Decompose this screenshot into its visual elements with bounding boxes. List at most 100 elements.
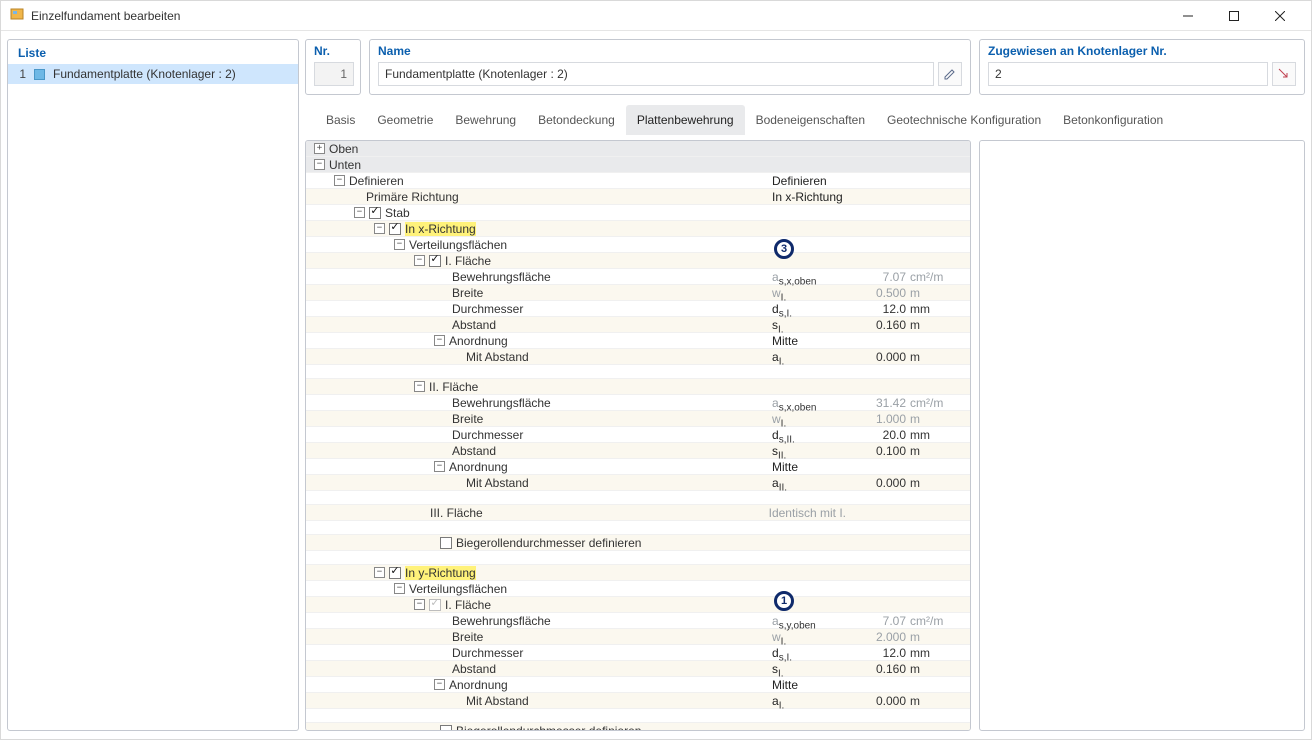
label: Bewehrungsfläche xyxy=(452,396,551,410)
param: as,x,oben xyxy=(772,270,846,284)
value: 1.000 xyxy=(846,412,910,426)
maximize-button[interactable] xyxy=(1211,1,1257,31)
value[interactable]: 0.160 xyxy=(846,662,910,676)
collapse-icon[interactable]: − xyxy=(314,159,325,170)
tab-plattenbewehrung[interactable]: Plattenbewehrung xyxy=(626,105,745,135)
row-definieren[interactable]: − Definieren Definieren xyxy=(306,173,970,189)
tab-basis[interactable]: Basis xyxy=(315,105,366,135)
name-box: Name xyxy=(369,39,971,95)
checkbox[interactable] xyxy=(429,255,441,267)
label: Biegerollendurchmesser definieren xyxy=(456,724,641,732)
value-cell[interactable]: Mitte xyxy=(772,678,846,692)
group-oben[interactable]: + Oben xyxy=(306,141,970,157)
collapse-icon[interactable]: − xyxy=(334,175,345,186)
prop-row[interactable]: Abstand sI. 0.160 m xyxy=(306,317,970,333)
edit-name-button[interactable] xyxy=(938,62,962,86)
collapse-icon[interactable]: − xyxy=(414,255,425,266)
unit: m xyxy=(910,286,970,300)
property-tree[interactable]: + Oben − Unten − Definieren xyxy=(305,140,971,731)
prop-row[interactable]: Abstand sII. 0.100 m xyxy=(306,443,970,459)
checkbox[interactable] xyxy=(440,537,452,549)
expand-icon[interactable]: + xyxy=(314,143,325,154)
row-i-flaeche[interactable]: − I. Fläche xyxy=(306,253,970,269)
label: Anordnung xyxy=(449,460,508,474)
value: 7.07 xyxy=(846,614,910,628)
label: Primäre Richtung xyxy=(366,190,459,204)
collapse-icon[interactable]: − xyxy=(394,239,405,250)
row-i-flaeche-y[interactable]: − I. Fläche xyxy=(306,597,970,613)
label: In x-Richtung xyxy=(405,222,476,236)
collapse-icon[interactable]: − xyxy=(434,679,445,690)
tab-betonkonfig[interactable]: Betonkonfiguration xyxy=(1052,105,1174,135)
collapse-icon[interactable]: − xyxy=(434,461,445,472)
list-item[interactable]: 1 Fundamentplatte (Knotenlager : 2) xyxy=(8,64,298,84)
prop-row[interactable]: Durchmesser ds,I. 12.0 mm xyxy=(306,301,970,317)
row-anordnung[interactable]: −Anordnung Mitte xyxy=(306,677,970,693)
prop-row[interactable]: Mit Abstand aI. 0.000 m xyxy=(306,693,970,709)
param: aI. xyxy=(772,350,846,364)
value[interactable]: 0.160 xyxy=(846,318,910,332)
value[interactable]: 20.0 xyxy=(846,428,910,442)
value[interactable]: 12.0 xyxy=(846,646,910,660)
close-button[interactable] xyxy=(1257,1,1303,31)
collapse-icon[interactable]: − xyxy=(414,599,425,610)
label: Anordnung xyxy=(449,678,508,692)
collapse-icon[interactable]: − xyxy=(394,583,405,594)
unit: cm²/m xyxy=(910,396,970,410)
pick-node-button[interactable] xyxy=(1272,62,1296,86)
prop-row[interactable]: Durchmesser ds,I. 12.0 mm xyxy=(306,645,970,661)
row-in-x[interactable]: − In x-Richtung xyxy=(306,221,970,237)
collapse-icon[interactable]: − xyxy=(374,567,385,578)
group-unten[interactable]: − Unten xyxy=(306,157,970,173)
checkbox[interactable] xyxy=(369,207,381,219)
value-cell[interactable]: Mitte xyxy=(772,460,846,474)
label: Durchmesser xyxy=(452,302,523,316)
collapse-icon[interactable]: − xyxy=(414,381,425,392)
row-biegerollen-y[interactable]: Biegerollendurchmesser definieren xyxy=(306,723,970,731)
nr-input xyxy=(314,62,354,86)
param: wI. xyxy=(772,412,846,426)
collapse-icon[interactable]: − xyxy=(354,207,365,218)
value[interactable]: 0.100 xyxy=(846,444,910,458)
prop-row[interactable]: Abstand sI. 0.160 m xyxy=(306,661,970,677)
assign-input[interactable] xyxy=(988,62,1268,86)
param: wI. xyxy=(772,630,846,644)
row-in-y[interactable]: − In y-Richtung xyxy=(306,565,970,581)
prop-row[interactable]: Mit Abstand aII. 0.000 m xyxy=(306,475,970,491)
collapse-icon[interactable]: − xyxy=(374,223,385,234)
row-biegerollen-x[interactable]: Biegerollendurchmesser definieren xyxy=(306,535,970,551)
tab-geotech-konfig[interactable]: Geotechnische Konfiguration xyxy=(876,105,1052,135)
value[interactable]: 12.0 xyxy=(846,302,910,316)
checkbox[interactable] xyxy=(389,223,401,235)
row-anordnung[interactable]: −Anordnung Mitte xyxy=(306,459,970,475)
value: 0.500 xyxy=(846,286,910,300)
value[interactable]: 0.000 xyxy=(846,694,910,708)
tab-bodeneigenschaften[interactable]: Bodeneigenschaften xyxy=(745,105,876,135)
collapse-icon[interactable]: − xyxy=(434,335,445,346)
annotation-badge-3: 3 xyxy=(774,239,794,259)
value: 7.07 xyxy=(846,270,910,284)
label: Abstand xyxy=(452,444,496,458)
minimize-button[interactable] xyxy=(1165,1,1211,31)
prop-row[interactable]: Mit Abstand aI. 0.000 m xyxy=(306,349,970,365)
name-input[interactable] xyxy=(378,62,934,86)
row-primaer[interactable]: Primäre Richtung In x-Richtung xyxy=(306,189,970,205)
row-anordnung[interactable]: −Anordnung Mitte xyxy=(306,333,970,349)
label: Durchmesser xyxy=(452,646,523,660)
tab-bewehrung[interactable]: Bewehrung xyxy=(444,105,527,135)
row-ii-flaeche[interactable]: − II. Fläche xyxy=(306,379,970,395)
prop-row[interactable]: Durchmesser ds,II. 20.0 mm xyxy=(306,427,970,443)
assign-box: Zugewiesen an Knotenlager Nr. xyxy=(979,39,1305,95)
value[interactable]: 0.000 xyxy=(846,476,910,490)
row-verteilung-y[interactable]: − Verteilungsflächen xyxy=(306,581,970,597)
row-verteilung-x[interactable]: − Verteilungsflächen xyxy=(306,237,970,253)
unit: mm xyxy=(910,302,970,316)
tab-geometrie[interactable]: Geometrie xyxy=(366,105,444,135)
checkbox[interactable] xyxy=(440,725,452,732)
tab-betondeckung[interactable]: Betondeckung xyxy=(527,105,626,135)
value[interactable]: 0.000 xyxy=(846,350,910,364)
label: Abstand xyxy=(452,662,496,676)
value-cell[interactable]: Mitte xyxy=(772,334,846,348)
row-stab[interactable]: − Stab xyxy=(306,205,970,221)
checkbox[interactable] xyxy=(389,567,401,579)
